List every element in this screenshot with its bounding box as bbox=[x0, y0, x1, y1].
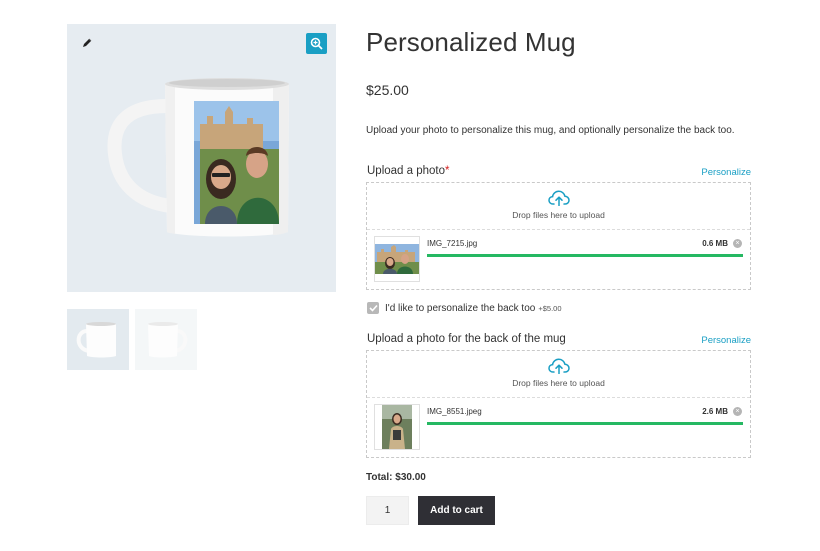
personalize-back-price: +$5.00 bbox=[538, 303, 562, 313]
upload-back-label: Upload a photo for the back of the mug bbox=[367, 333, 566, 345]
cloud-upload-icon bbox=[547, 358, 570, 374]
required-mark: * bbox=[445, 165, 450, 177]
dropzone-back[interactable]: Drop files here to upload IMG_8551.jpeg … bbox=[366, 350, 751, 458]
dropzone-area[interactable]: Drop files here to upload bbox=[367, 351, 750, 398]
personalize-link-front[interactable]: Personalize bbox=[701, 167, 751, 178]
file-thumbnail bbox=[374, 236, 420, 282]
remove-file-icon[interactable]: × bbox=[733, 239, 742, 248]
personalize-back-label: I'd like to personalize the back too bbox=[385, 302, 536, 314]
dropzone-text: Drop files here to upload bbox=[512, 378, 605, 388]
dropzone-area[interactable]: Drop files here to upload bbox=[367, 183, 750, 230]
checkmark-icon bbox=[368, 304, 378, 312]
product-price: $25.00 bbox=[366, 82, 409, 98]
personalize-back-option[interactable]: I'd like to personalize the back too +$5… bbox=[367, 302, 562, 314]
gallery-thumbnail-back[interactable] bbox=[135, 309, 197, 370]
file-size: 0.6 MB bbox=[702, 239, 728, 248]
upload-progress-fill bbox=[427, 422, 743, 425]
file-thumbnail bbox=[374, 404, 420, 450]
uploaded-file-row: IMG_8551.jpeg 2.6 MB × bbox=[367, 398, 750, 457]
pencil-icon[interactable] bbox=[80, 36, 94, 50]
file-name: IMG_7215.jpg bbox=[427, 239, 478, 248]
product-main-image[interactable] bbox=[67, 24, 336, 292]
quantity-input[interactable]: 1 bbox=[366, 496, 409, 525]
mug-thumbnail-icon bbox=[148, 322, 188, 358]
gallery-thumbnail-front[interactable] bbox=[67, 309, 129, 370]
dropzone-front[interactable]: Drop files here to upload IMG_7215.jpg 0… bbox=[366, 182, 751, 290]
upload-photo-label: Upload a photo* bbox=[367, 165, 450, 177]
zoom-in-icon[interactable] bbox=[306, 33, 327, 54]
dropzone-text: Drop files here to upload bbox=[512, 210, 605, 220]
upload-progress-bar bbox=[427, 254, 743, 257]
file-name: IMG_8551.jpeg bbox=[427, 407, 482, 416]
mug-image bbox=[107, 78, 289, 237]
upload-photo-label-text: Upload a photo bbox=[367, 165, 446, 177]
product-title: Personalized Mug bbox=[366, 27, 576, 57]
mug-thumbnail-icon bbox=[76, 322, 116, 358]
uploaded-file-row: IMG_7215.jpg 0.6 MB × bbox=[367, 230, 750, 289]
file-size: 2.6 MB bbox=[702, 407, 728, 416]
upload-progress-fill bbox=[427, 254, 743, 257]
personalize-back-checkbox[interactable] bbox=[367, 302, 379, 314]
remove-file-icon[interactable]: × bbox=[733, 407, 742, 416]
order-total: Total: $30.00 bbox=[366, 472, 426, 483]
add-to-cart-button[interactable]: Add to cart bbox=[418, 496, 495, 525]
product-description: Upload your photo to personalize this mu… bbox=[366, 125, 735, 136]
cloud-upload-icon bbox=[547, 190, 570, 206]
mug-photo bbox=[194, 101, 279, 224]
personalize-link-back[interactable]: Personalize bbox=[701, 335, 751, 346]
upload-progress-bar bbox=[427, 422, 743, 425]
